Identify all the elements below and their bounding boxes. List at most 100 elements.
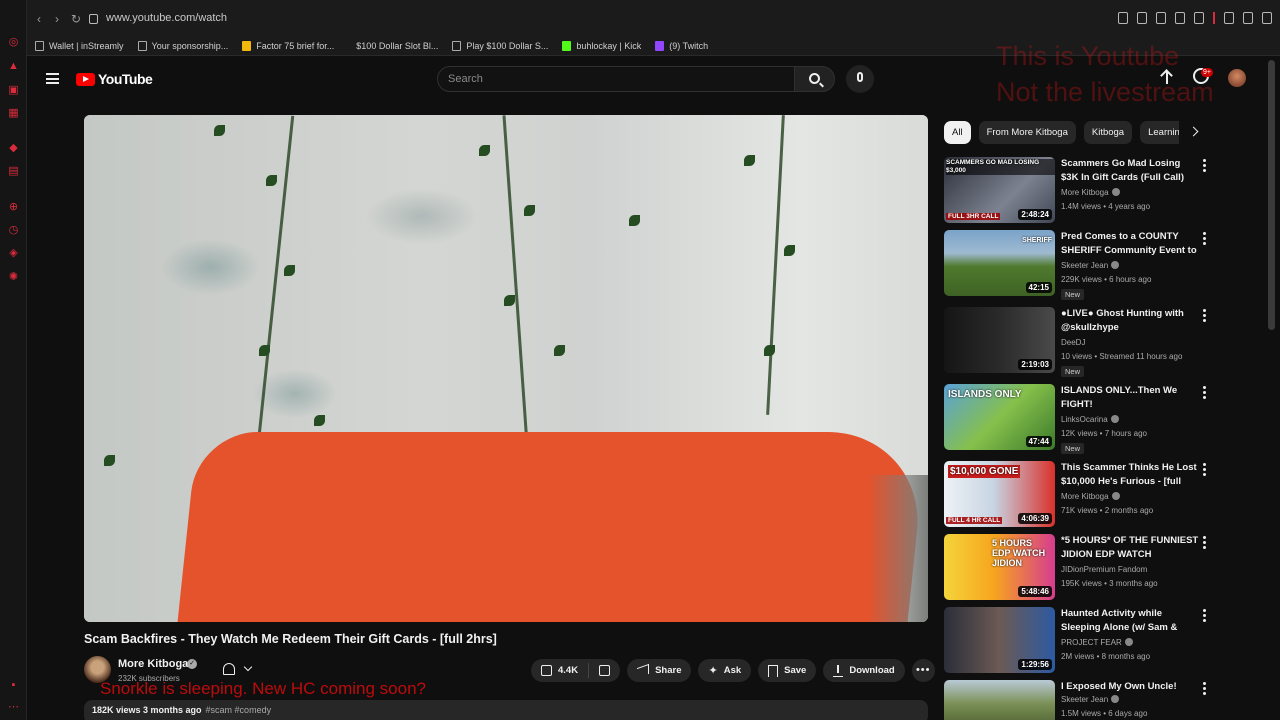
recommendation-channel[interactable]: DeeDJ xyxy=(1061,338,1085,347)
sidebar-settings-icon[interactable]: ✺ xyxy=(7,271,20,284)
sidebar-app-icon[interactable]: ◷ xyxy=(7,224,20,237)
search-input[interactable] xyxy=(438,67,794,91)
bookmark-item[interactable]: buhlockay | Kick xyxy=(562,40,641,51)
kebab-menu-icon[interactable] xyxy=(1203,609,1206,622)
sidebar-app-icon[interactable]: ◎ xyxy=(7,36,20,49)
kebab-menu-icon[interactable] xyxy=(1203,386,1206,399)
share-button[interactable]: Share xyxy=(627,659,692,682)
recommendation-channel[interactable]: Skeeter Jean xyxy=(1061,261,1120,270)
bookmark-item[interactable]: Your sponsorship... xyxy=(137,40,228,51)
voice-search-button[interactable] xyxy=(846,65,874,93)
address-bar[interactable]: www.youtube.com/watch xyxy=(89,12,227,24)
recommendation-channel[interactable]: Skeeter Jean xyxy=(1061,695,1120,704)
kebab-menu-icon[interactable] xyxy=(1203,232,1206,245)
play-icon[interactable] xyxy=(1175,12,1185,24)
recommendation-item[interactable]: 2:19:03 ●LIVE● Ghost Hunting with @skull… xyxy=(944,307,1214,379)
sidebar-app-icon[interactable]: ◈ xyxy=(7,247,20,260)
sidebar-app-icon[interactable]: ▤ xyxy=(7,165,20,178)
bookmark-item[interactable]: $100 Dollar Slot Bl... xyxy=(356,41,438,51)
bookmark-item[interactable]: Play $100 Dollar S... xyxy=(452,40,548,51)
video-thumbnail[interactable]: SHERIFF 42:15 xyxy=(944,230,1055,296)
recommendation-title[interactable]: Haunted Activity while Sleeping Alone (w… xyxy=(1061,607,1199,635)
chip-learning[interactable]: Learning xyxy=(1140,121,1179,144)
recommendation-item[interactable]: I Exposed My Own Uncle! Skeeter Jean 1.5… xyxy=(944,680,1214,720)
recommendation-title[interactable]: Pred Comes to a COUNTY SHERIFF Community… xyxy=(1061,230,1199,258)
video-thumbnail[interactable]: 2:19:03 xyxy=(944,307,1055,373)
recommendation-title[interactable]: *5 HOURS* OF THE FUNNIEST JIDION EDP WAT… xyxy=(1061,534,1199,562)
recommendation-title[interactable]: ●LIVE● Ghost Hunting with @skullzhype #p… xyxy=(1061,307,1199,335)
extension-icon[interactable] xyxy=(1137,12,1147,24)
youtube-logo[interactable]: YouTube xyxy=(76,71,153,87)
chip-all[interactable]: All xyxy=(944,121,971,144)
video-thumbnail[interactable]: 1:29:56 xyxy=(944,607,1055,673)
recommendation-title[interactable]: ISLANDS ONLY...Then We FIGHT! xyxy=(1061,384,1199,412)
back-icon[interactable]: ‹ xyxy=(37,12,41,26)
kebab-menu-icon[interactable] xyxy=(1203,309,1206,322)
video-player[interactable] xyxy=(84,115,928,622)
kebab-menu-icon[interactable] xyxy=(1203,682,1206,695)
description-box[interactable]: 182K views 3 months ago #scam #comedy xyxy=(84,700,928,720)
chip-from-channel[interactable]: From More Kitboga xyxy=(978,121,1076,144)
video-thumbnail[interactable]: SCAMMERS GO MAD LOSING $3,000 FULL 3HR C… xyxy=(944,157,1055,223)
recommendation-title[interactable]: I Exposed My Own Uncle! xyxy=(1061,680,1199,694)
reload-icon[interactable]: ↻ xyxy=(71,12,81,26)
page-scrollbar[interactable] xyxy=(1268,60,1275,330)
video-thumbnail[interactable]: 5 HOURS EDP WATCH JIDION 5:48:46 xyxy=(944,534,1055,600)
sidebar-app-icon[interactable]: ▣ xyxy=(7,84,20,97)
sidebar-more-icon[interactable]: ⋯ xyxy=(7,701,20,714)
profile-icon[interactable] xyxy=(1224,12,1234,24)
sidebar-app-icon[interactable]: ▪ xyxy=(7,679,20,692)
ask-button[interactable]: ✦ Ask xyxy=(698,659,752,682)
url-text[interactable]: www.youtube.com/watch xyxy=(106,12,227,24)
bookmark-star-icon[interactable] xyxy=(1118,12,1128,24)
video-thumbnail[interactable]: ISLANDS ONLY 47:44 xyxy=(944,384,1055,450)
video-thumbnail[interactable] xyxy=(944,680,1055,720)
forward-icon[interactable]: › xyxy=(55,12,59,26)
sidebar-app-icon[interactable]: ▦ xyxy=(7,107,20,120)
kebab-menu-icon[interactable] xyxy=(1203,536,1206,549)
kebab-menu-icon[interactable] xyxy=(1203,159,1206,172)
menu-icon[interactable] xyxy=(1262,12,1272,24)
recommendation-title[interactable]: This Scammer Thinks He Lost $10,000 He's… xyxy=(1061,461,1199,489)
sidebar-app-icon[interactable]: ◆ xyxy=(7,142,20,155)
save-button[interactable]: Save xyxy=(758,659,817,682)
channel-avatar[interactable] xyxy=(84,656,111,683)
recommendation-item[interactable]: 5 HOURS EDP WATCH JIDION 5:48:46 *5 HOUR… xyxy=(944,534,1214,606)
like-button[interactable]: 4.4K xyxy=(531,659,588,682)
more-actions-button[interactable]: ••• xyxy=(911,659,935,682)
recommendation-item[interactable]: 1:29:56 Haunted Activity while Sleeping … xyxy=(944,607,1214,679)
sidebar-app-icon[interactable]: ▲ xyxy=(7,60,20,73)
chip-kitboga[interactable]: Kitboga xyxy=(1083,121,1133,144)
sidebar-app-icon[interactable]: ⊕ xyxy=(7,201,20,214)
shield-icon[interactable] xyxy=(1156,12,1166,24)
dislike-button[interactable] xyxy=(589,659,620,682)
like-count: 4.4K xyxy=(558,665,579,676)
download-icon[interactable] xyxy=(1243,12,1253,24)
bookmark-item[interactable]: Wallet | inStreamly xyxy=(35,40,124,51)
download-button[interactable]: Download xyxy=(823,659,905,682)
account-avatar[interactable] xyxy=(1228,69,1246,87)
recommendation-channel[interactable]: More Kitboga xyxy=(1061,492,1120,501)
search-button[interactable] xyxy=(794,66,835,92)
heart-icon[interactable] xyxy=(1194,12,1204,24)
recommendation-channel[interactable]: LinksOcarina xyxy=(1061,415,1119,424)
subscription-bell-button[interactable] xyxy=(216,659,262,681)
recommendation-item[interactable]: ISLANDS ONLY 47:44 ISLANDS ONLY...Then W… xyxy=(944,384,1214,456)
chevron-right-icon[interactable] xyxy=(1188,126,1199,137)
recommendation-channel[interactable]: JIDionPremium Fandom xyxy=(1061,565,1147,574)
search-box[interactable] xyxy=(437,66,795,92)
video-thumbnail[interactable]: $10,000 GONE FULL 4 HR CALL 4:06:39 xyxy=(944,461,1055,527)
recommendation-channel[interactable]: More Kitboga xyxy=(1061,188,1120,197)
recommendation-item[interactable]: SCAMMERS GO MAD LOSING $3,000 FULL 3HR C… xyxy=(944,157,1214,229)
channel-name[interactable]: More Kitboga xyxy=(118,658,188,670)
bookmark-item[interactable]: (9) Twitch xyxy=(655,40,708,51)
recommendation-item[interactable]: $10,000 GONE FULL 4 HR CALL 4:06:39 This… xyxy=(944,461,1214,533)
recommendation-item[interactable]: SHERIFF 42:15 Pred Comes to a COUNTY SHE… xyxy=(944,230,1214,302)
create-upload-icon[interactable] xyxy=(1160,68,1174,86)
hashtags[interactable]: #scam #comedy xyxy=(206,705,272,715)
bookmark-item[interactable]: Factor 75 brief for... xyxy=(242,40,334,51)
recommendation-title[interactable]: Scammers Go Mad Losing $3K In Gift Cards… xyxy=(1061,157,1199,185)
kebab-menu-icon[interactable] xyxy=(1203,463,1206,476)
recommendation-channel[interactable]: PROJECT FEAR xyxy=(1061,638,1133,647)
menu-hamburger-icon[interactable] xyxy=(46,73,59,84)
